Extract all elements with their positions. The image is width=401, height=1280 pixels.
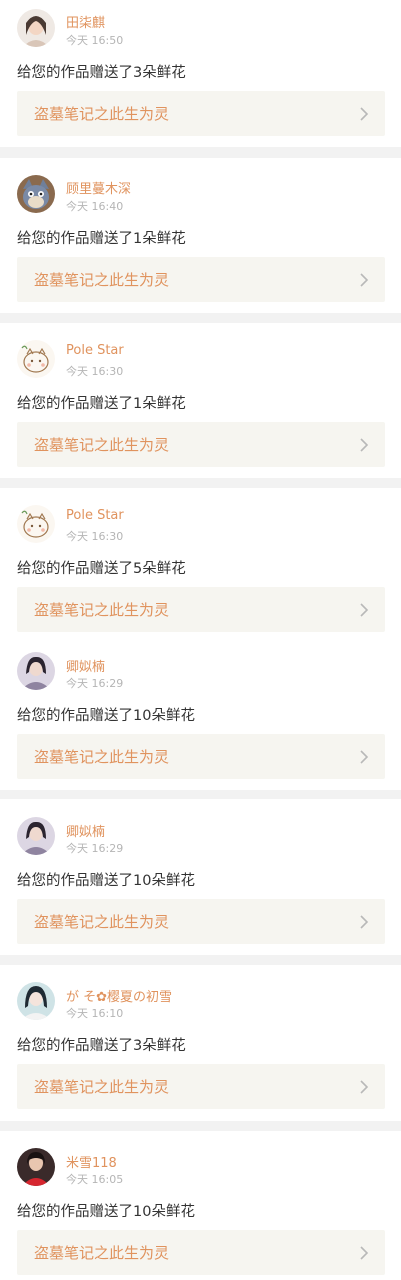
cartoon-cat-avatar-icon[interactable]	[17, 175, 55, 213]
work-link[interactable]: 盗墓笔记之此生为灵	[17, 422, 385, 467]
user-avatar-icon[interactable]	[17, 817, 55, 855]
username[interactable]: が そ✿樱夏の初雪	[66, 986, 172, 1005]
username[interactable]: Pole Star	[66, 343, 124, 358]
notification-card: 卿姒楠 今天 16:29 给您的作品赠送了10朵鲜花 盗墓笔记之此生为灵	[0, 799, 401, 955]
work-link[interactable]: 盗墓笔记之此生为灵	[17, 1230, 385, 1275]
notification-card: 米雪118 今天 16:05 给您的作品赠送了10朵鲜花 盗墓笔记之此生为灵	[0, 1131, 401, 1280]
work-title: 盗墓笔记之此生为灵	[34, 105, 170, 123]
work-link[interactable]: 盗墓笔记之此生为灵	[17, 91, 385, 136]
work-title: 盗墓笔记之此生为灵	[34, 436, 170, 454]
gift-message: 给您的作品赠送了10朵鲜花	[17, 873, 195, 889]
timestamp: 今天 16:30	[66, 530, 124, 543]
username[interactable]: 田柒麒	[66, 12, 105, 31]
username[interactable]: 顾里蔓木深	[66, 178, 131, 197]
timestamp: 今天 16:05	[66, 1173, 124, 1186]
notification-feed: 田柒麒 今天 16:50 给您的作品赠送了3朵鲜花 盗墓笔记之此生为灵 顾里蔓木…	[0, 0, 401, 1280]
notification-card: 顾里蔓木深 今天 16:40 给您的作品赠送了1朵鲜花 盗墓笔记之此生为灵	[0, 158, 401, 313]
work-link[interactable]: 盗墓笔记之此生为灵	[17, 257, 385, 302]
work-title: 盗墓笔记之此生为灵	[34, 1244, 170, 1262]
work-link[interactable]: 盗墓笔记之此生为灵	[17, 899, 385, 944]
doodle-avatar-icon[interactable]	[17, 340, 55, 378]
gift-message: 给您的作品赠送了10朵鲜花	[17, 708, 195, 724]
notification-card: Pole Star 今天 16:30 给您的作品赠送了1朵鲜花 盗墓笔记之此生为…	[0, 323, 401, 478]
notification-card: が そ✿樱夏の初雪 今天 16:10 给您的作品赠送了3朵鲜花 盗墓笔记之此生为…	[0, 965, 401, 1121]
user-avatar-icon[interactable]	[17, 652, 55, 690]
timestamp: 今天 16:29	[66, 842, 124, 855]
gift-message: 给您的作品赠送了1朵鲜花	[17, 231, 186, 247]
username[interactable]: Pole Star	[66, 508, 124, 523]
username[interactable]: 卿姒楠	[66, 656, 105, 675]
user-avatar-icon[interactable]	[17, 9, 55, 47]
user-avatar-icon[interactable]	[17, 982, 55, 1020]
notification-card: 田柒麒 今天 16:50 给您的作品赠送了3朵鲜花 盗墓笔记之此生为灵	[0, 0, 401, 147]
timestamp: 今天 16:40	[66, 200, 124, 213]
chevron-right-icon	[359, 437, 369, 453]
timestamp: 今天 16:29	[66, 677, 124, 690]
work-title: 盗墓笔记之此生为灵	[34, 271, 170, 289]
chevron-right-icon	[359, 1245, 369, 1261]
work-link[interactable]: 盗墓笔记之此生为灵	[17, 1064, 385, 1109]
gift-message: 给您的作品赠送了3朵鲜花	[17, 65, 186, 81]
work-title: 盗墓笔记之此生为灵	[34, 601, 170, 619]
chevron-right-icon	[359, 749, 369, 765]
username[interactable]: 卿姒楠	[66, 821, 105, 840]
work-link[interactable]: 盗墓笔记之此生为灵	[17, 734, 385, 779]
timestamp: 今天 16:30	[66, 365, 124, 378]
username[interactable]: 米雪118	[66, 1152, 117, 1171]
chevron-right-icon	[359, 1079, 369, 1095]
chevron-right-icon	[359, 914, 369, 930]
chevron-right-icon	[359, 602, 369, 618]
work-title: 盗墓笔记之此生为灵	[34, 913, 170, 931]
gift-message: 给您的作品赠送了3朵鲜花	[17, 1038, 186, 1054]
gift-message: 给您的作品赠送了1朵鲜花	[17, 396, 186, 412]
chevron-right-icon	[359, 272, 369, 288]
doodle-avatar-icon[interactable]	[17, 505, 55, 543]
timestamp: 今天 16:50	[66, 34, 124, 47]
gift-message: 给您的作品赠送了10朵鲜花	[17, 1204, 195, 1220]
gift-message: 给您的作品赠送了5朵鲜花	[17, 561, 186, 577]
work-link[interactable]: 盗墓笔记之此生为灵	[17, 587, 385, 632]
work-title: 盗墓笔记之此生为灵	[34, 1078, 170, 1096]
notification-card: Pole Star 今天 16:30 给您的作品赠送了5朵鲜花 盗墓笔记之此生为…	[0, 488, 401, 634]
timestamp: 今天 16:10	[66, 1007, 124, 1020]
notification-card: 卿姒楠 今天 16:29 给您的作品赠送了10朵鲜花 盗墓笔记之此生为灵	[0, 634, 401, 790]
user-avatar-icon[interactable]	[17, 1148, 55, 1186]
chevron-right-icon	[359, 106, 369, 122]
work-title: 盗墓笔记之此生为灵	[34, 748, 170, 766]
